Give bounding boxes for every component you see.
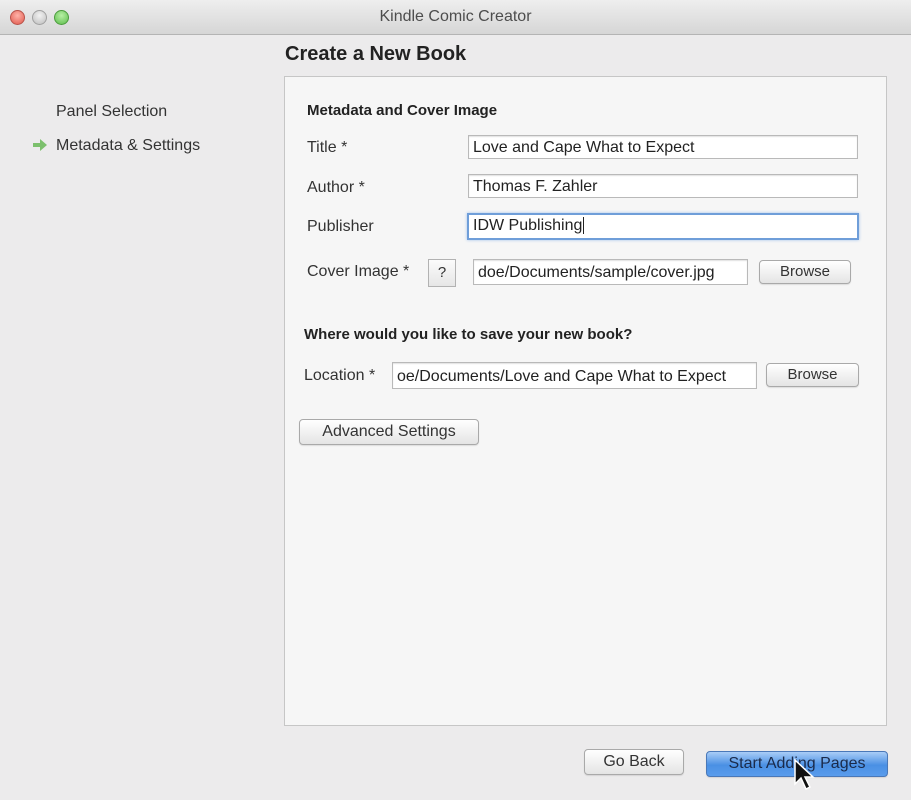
publisher-value: IDW Publishing [473,217,583,234]
metadata-section-heading: Metadata and Cover Image [307,102,498,119]
title-label: Title * [307,139,348,156]
sidebar-item-metadata-settings[interactable]: Metadata & Settings [56,137,200,155]
mouse-pointer-icon [793,758,817,797]
author-input[interactable]: Thomas F. Zahler [468,174,858,198]
title-input[interactable]: Love and Cape What to Expect [468,135,858,159]
arrow-right-icon [32,138,48,152]
cover-image-input[interactable]: doe/Documents/sample/cover.jpg [473,259,748,285]
location-browse-button[interactable]: Browse [766,363,859,387]
sidebar: Panel Selection Metadata & Settings [0,35,280,800]
location-input[interactable]: oe/Documents/Love and Cape What to Expec… [392,362,757,389]
author-label: Author * [307,179,365,196]
text-caret [583,217,585,235]
location-label: Location * [304,367,376,384]
page-title: Create a New Book [285,43,467,65]
publisher-label: Publisher [307,218,374,235]
cover-help-button[interactable]: ? [428,259,456,287]
sidebar-item-panel-selection[interactable]: Panel Selection [56,103,167,121]
cover-image-label: Cover Image * [307,263,410,280]
save-section-heading: Where would you like to save your new bo… [304,326,633,343]
window-title: Kindle Comic Creator [379,8,532,25]
publisher-input[interactable]: IDW Publishing [467,213,859,240]
go-back-button[interactable]: Go Back [584,749,684,775]
title-bar: Kindle Comic Creator [0,0,911,35]
cover-browse-button[interactable]: Browse [759,260,851,284]
advanced-settings-button[interactable]: Advanced Settings [299,419,479,445]
